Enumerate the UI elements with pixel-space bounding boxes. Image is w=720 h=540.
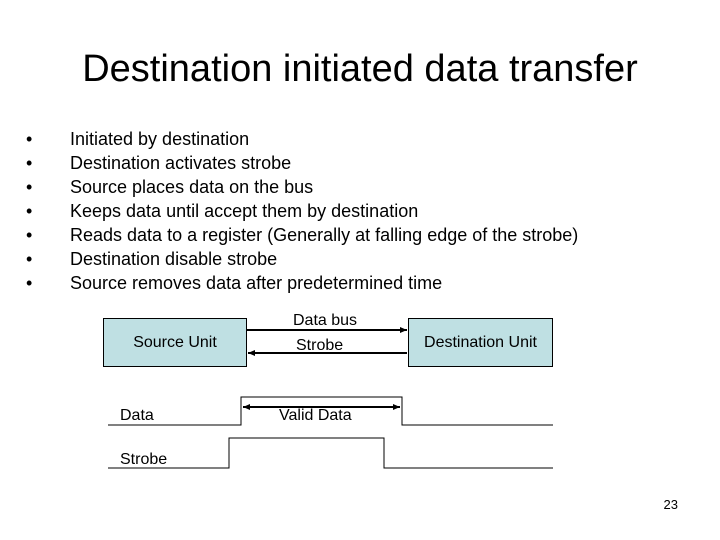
data-waveform (108, 396, 553, 426)
strobe-waveform (108, 437, 553, 469)
diagram-lines (108, 327, 553, 469)
page-number: 23 (663, 497, 678, 512)
